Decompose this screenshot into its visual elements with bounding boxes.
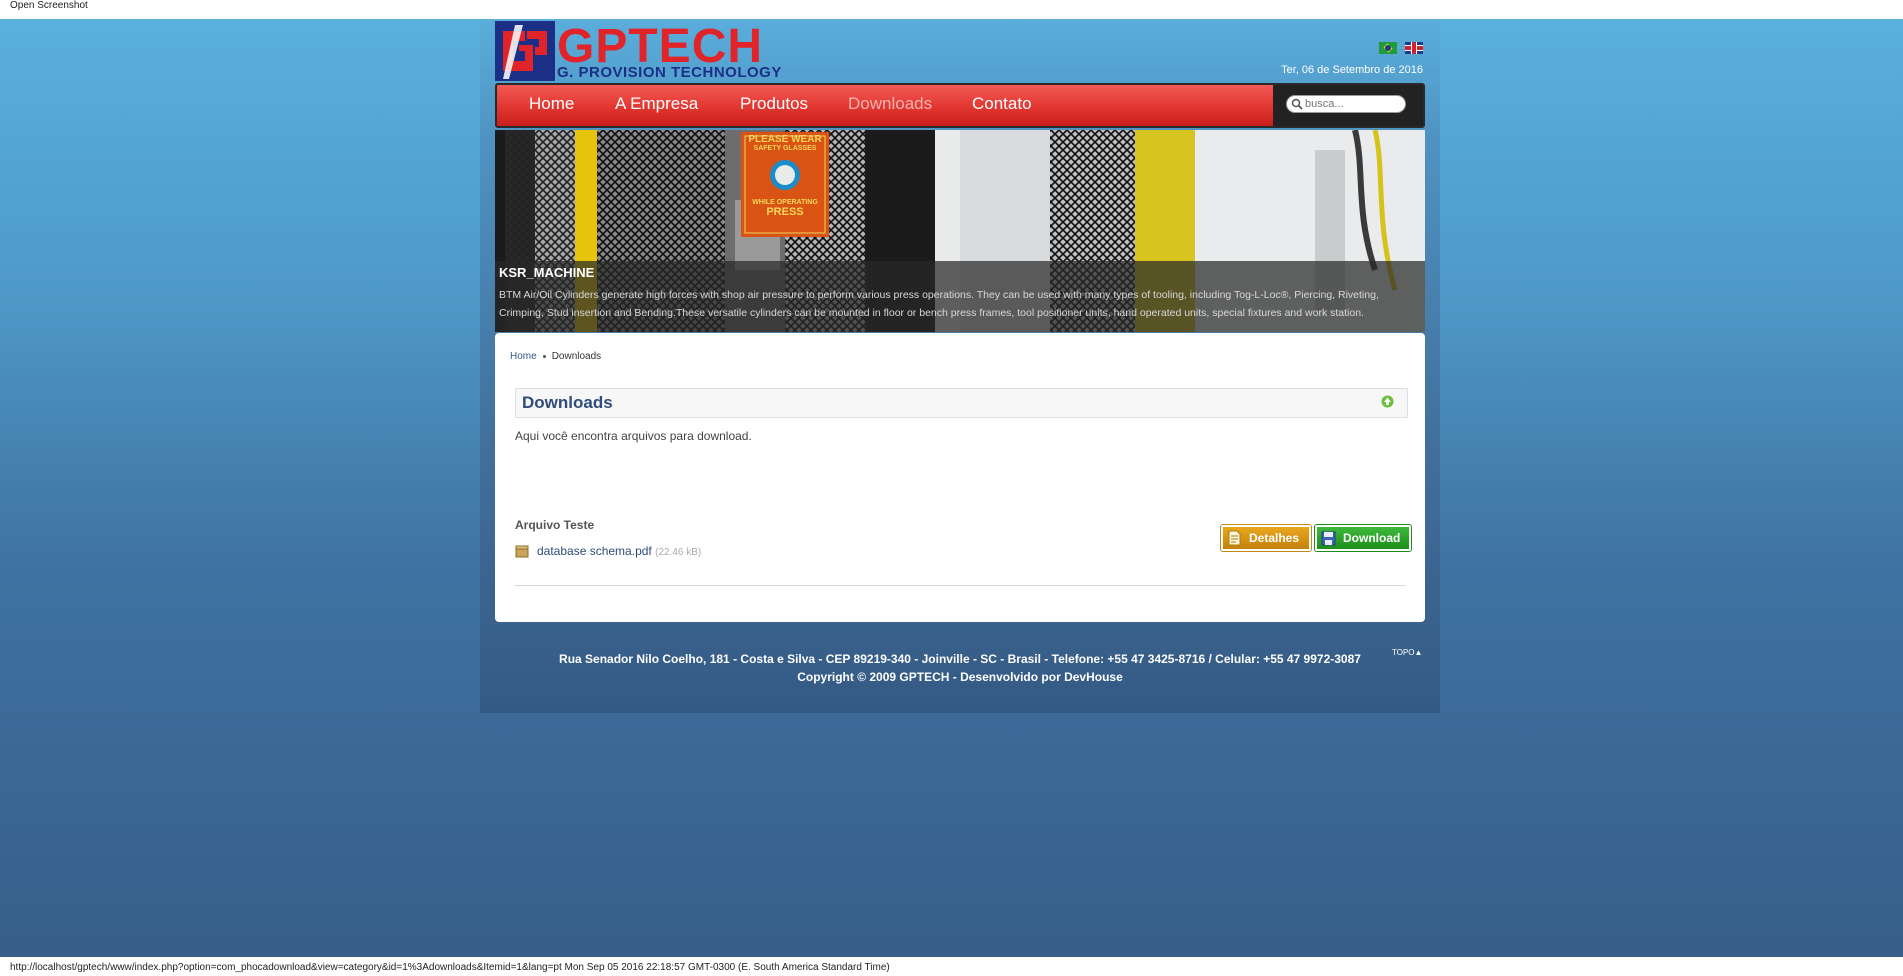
arrow-up-icon[interactable]: [1381, 395, 1394, 408]
header-date: Ter, 06 de Setembro de 2016: [1281, 64, 1423, 76]
sign-line-2: SAFETY GLASSES: [753, 145, 817, 152]
category-description: Aqui você encontra arquivos para downloa…: [515, 429, 752, 443]
nav-item-home[interactable]: Home: [529, 94, 574, 114]
main-nav: Home A Empresa Produtos Downloads Contat…: [495, 83, 1425, 128]
footer-copyright: Copyright © 2009 GPTECH - Desenvolvido p…: [797, 670, 1123, 684]
nav-item-contato[interactable]: Contato: [972, 94, 1032, 114]
search-input[interactable]: [1286, 95, 1406, 113]
search-area: [1273, 85, 1423, 126]
page-wrapper: GPTECH G. PROVISION TECHNOLOGY Ter, 06 d…: [480, 19, 1440, 713]
details-button-label: Detalhes: [1249, 531, 1300, 545]
breadcrumb-home[interactable]: Home: [510, 351, 537, 362]
arrow-up-small-icon: ▲: [1414, 648, 1423, 657]
window-title: Open Screenshot: [10, 0, 88, 11]
banner-slideshow[interactable]: PLEASE WEAR SAFETY GLASSES WHILE OPERATI…: [495, 130, 1425, 332]
gp-logo-mark-icon: [495, 21, 555, 81]
sign-line-1: PLEASE WEAR: [748, 134, 822, 145]
footer-address: Rua Senador Nilo Coelho, 181 - Costa e S…: [559, 652, 1361, 666]
back-to-top-link[interactable]: TOPO▲: [1392, 648, 1422, 657]
nav-item-produtos[interactable]: Produtos: [740, 94, 808, 114]
details-button[interactable]: Detalhes: [1221, 525, 1311, 551]
main-content: Home Downloads Downloads Aqui você encont…: [495, 333, 1425, 622]
site-header: GPTECH G. PROVISION TECHNOLOGY Ter, 06 d…: [495, 20, 1425, 83]
file-size: (22.46 kB): [655, 547, 702, 558]
breadcrumb-separator-icon: [542, 354, 546, 358]
brazil-flag-icon[interactable]: [1378, 42, 1397, 54]
file-link[interactable]: database schema.pdf: [537, 544, 652, 558]
site-logo[interactable]: GPTECH G. PROVISION TECHNOLOGY: [495, 20, 795, 81]
sign-line-3: WHILE OPERATING: [752, 199, 818, 206]
file-title: Arquivo Teste: [515, 518, 595, 532]
nav-item-downloads[interactable]: Downloads: [848, 94, 932, 114]
nav-item-a-empresa[interactable]: A Empresa: [615, 94, 698, 114]
topo-label: TOPO: [1392, 648, 1415, 657]
download-button-label: Download: [1343, 531, 1401, 545]
downloads-header: Downloads: [515, 388, 1408, 418]
uk-flag-icon[interactable]: [1405, 42, 1423, 54]
breadcrumb-current: Downloads: [551, 351, 602, 362]
download-button[interactable]: Download: [1315, 525, 1411, 551]
logo-subtitle: G. PROVISION TECHNOLOGY: [557, 64, 782, 81]
breadcrumb: Home Downloads: [510, 351, 601, 362]
banner-caption: KSR_MACHINE BTM Air/Oil Cylinders genera…: [495, 261, 1425, 332]
content-divider: [515, 585, 1406, 586]
safety-sign: PLEASE WEAR SAFETY GLASSES WHILE OPERATI…: [741, 132, 829, 218]
save-disk-icon: [1321, 531, 1336, 546]
sign-line-4: PRESS: [766, 206, 804, 218]
status-bar: http://localhost/gptech/www/index.php?op…: [0, 957, 1903, 976]
top-strip: Open Screenshot: [0, 0, 1903, 19]
language-flags: [1375, 42, 1423, 60]
package-icon: [515, 545, 529, 558]
banner-text: BTM Air/Oil Cylinders generate high forc…: [499, 289, 1379, 319]
document-icon: [1228, 530, 1241, 546]
file-row: database schema.pdf (22.46 kB): [515, 544, 701, 558]
search-icon: [1291, 98, 1303, 110]
page-title: Downloads: [522, 393, 613, 412]
status-url: http://localhost/gptech/www/index.php?op…: [10, 962, 890, 973]
banner-title: KSR_MACHINE: [499, 265, 595, 280]
